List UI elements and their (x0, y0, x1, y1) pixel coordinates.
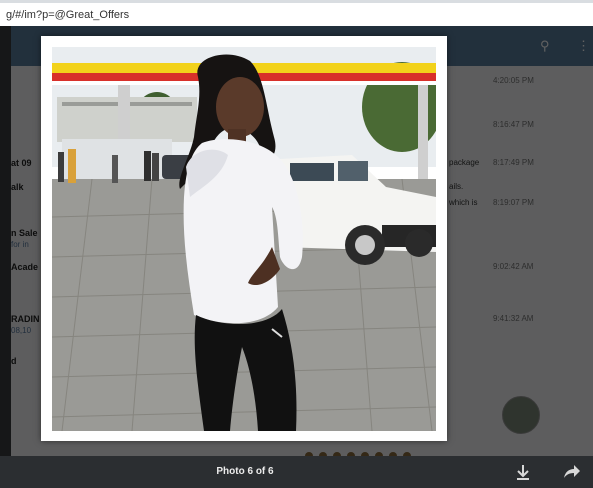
photo-counter: Photo 6 of 6 (216, 466, 274, 477)
browser-url-bar[interactable]: g/#/im?p=@Great_Offers (0, 0, 593, 27)
download-icon[interactable] (513, 462, 533, 482)
share-icon[interactable] (561, 462, 581, 482)
browser-tab-edge (0, 0, 593, 3)
photo-frame (41, 36, 447, 441)
url-text[interactable]: g/#/im?p=@Great_Offers (6, 9, 129, 21)
photo[interactable] (52, 47, 436, 431)
